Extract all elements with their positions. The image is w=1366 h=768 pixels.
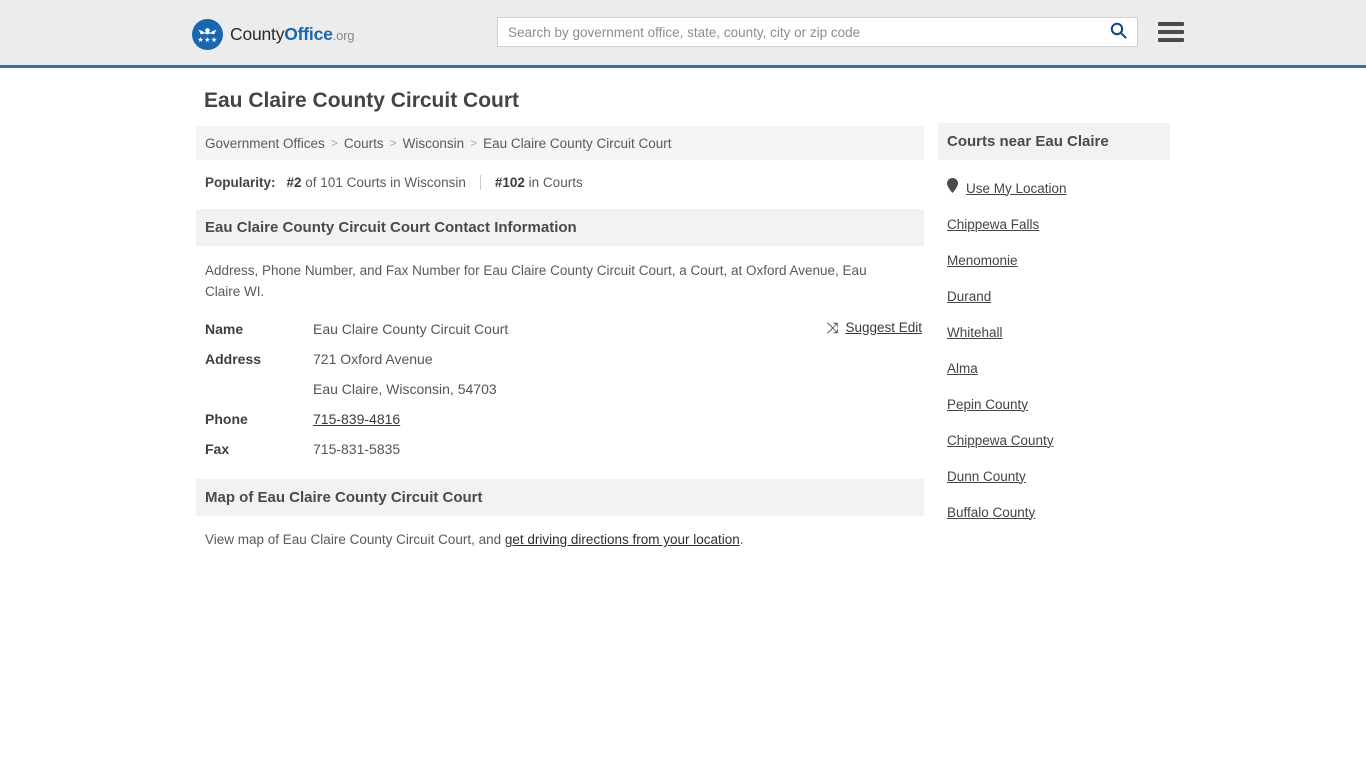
sidebar-list: Use My Location Chippewa Falls Menomonie… (938, 160, 1170, 530)
logo-word-county: County (230, 24, 285, 44)
list-item: Chippewa County (947, 422, 1170, 458)
map-description-after: . (739, 532, 744, 547)
search-bar[interactable] (497, 17, 1138, 47)
sidebar-item-menomonie[interactable]: Menomonie (947, 253, 1018, 268)
list-item: Whitehall (947, 314, 1170, 350)
sidebar-item-chippewa-falls[interactable]: Chippewa Falls (947, 217, 1039, 232)
suggest-edit-label: Suggest Edit (845, 320, 922, 335)
site-logo-text: CountyOffice.org (230, 24, 354, 45)
popularity-divider (479, 175, 481, 190)
sidebar-title: Courts near Eau Claire (938, 123, 1170, 160)
breadcrumb-item-current: Eau Claire County Circuit Court (483, 135, 672, 151)
table-row: Fax 715-831-5835 (205, 438, 924, 460)
sidebar-item-label: Use My Location (966, 180, 1067, 196)
map-description-before: View map of Eau Claire County Circuit Co… (205, 532, 505, 547)
sidebar-item-dunn-county[interactable]: Dunn County (947, 469, 1026, 484)
logo-word-office: Office (284, 24, 333, 44)
list-item: Buffalo County (947, 494, 1170, 530)
list-item: Alma (947, 350, 1170, 386)
popularity-state-rank-value: #2 (286, 175, 302, 190)
detail-value-address-line1: 721 Oxford Avenue (313, 351, 433, 367)
contact-section-header: Eau Claire County Circuit Court Contact … (196, 209, 924, 246)
table-row: Address 721 Oxford Avenue (205, 348, 924, 370)
table-row: Eau Claire, Wisconsin, 54703 (205, 378, 924, 400)
breadcrumb-item-courts[interactable]: Courts (344, 136, 384, 151)
eagle-seal-icon: ★★★ (192, 19, 223, 50)
popularity-overall-rank-text: in Courts (524, 175, 583, 190)
table-row: Phone 715-839-4816 (205, 408, 924, 430)
popularity-overall-rank-value: #102 (494, 175, 525, 190)
breadcrumb-separator-3: > (470, 136, 478, 150)
driving-directions-link[interactable]: get driving directions from your locatio… (505, 532, 740, 547)
map-section-description: View map of Eau Claire County Circuit Co… (196, 532, 924, 547)
popularity-row: Popularity: #2 of 101 Courts in Wisconsi… (196, 175, 924, 190)
sidebar-item-pepin-county[interactable]: Pepin County (947, 397, 1028, 412)
site-header: ★★★ CountyOffice.org (0, 0, 1366, 68)
popularity-label: Popularity: (205, 175, 276, 190)
sidebar-item-durand[interactable]: Durand (947, 289, 991, 304)
sidebar: Courts near Eau Claire Use My Location C… (938, 123, 1170, 530)
edit-pencil-icon: ⤨ (826, 320, 839, 337)
list-item: Durand (947, 278, 1170, 314)
list-item: Dunn County (947, 458, 1170, 494)
stars-decor: ★★★ (197, 36, 218, 44)
list-item: Pepin County (947, 386, 1170, 422)
detail-value-address-line2: Eau Claire, Wisconsin, 54703 (313, 381, 497, 397)
sidebar-item-chippewa-county[interactable]: Chippewa County (947, 433, 1054, 448)
popularity-overall-rank: #102 in Courts (495, 175, 583, 190)
search-input[interactable] (498, 18, 1099, 46)
sidebar-item-buffalo-county[interactable]: Buffalo County (947, 505, 1035, 520)
map-pin-icon (947, 178, 958, 196)
popularity-state-rank-text: of 101 Courts in Wisconsin (301, 175, 466, 190)
detail-key-address-cont (205, 378, 313, 379)
search-submit-button[interactable] (1099, 18, 1137, 46)
list-item: Chippewa Falls (947, 206, 1170, 242)
detail-value-name: Eau Claire County Circuit Court (313, 321, 509, 337)
table-row: Name Eau Claire County Circuit Court (205, 318, 924, 340)
map-section-header: Map of Eau Claire County Circuit Court (196, 479, 924, 516)
breadcrumb-separator-1: > (330, 136, 338, 150)
list-item: Use My Location (947, 170, 1170, 206)
detail-key-address: Address (205, 351, 262, 367)
sidebar-item-use-my-location[interactable]: Use My Location (947, 178, 1067, 197)
breadcrumb-separator-2: > (389, 136, 397, 150)
detail-key-fax: Fax (205, 441, 230, 457)
breadcrumb-item-wisconsin[interactable]: Wisconsin (403, 136, 465, 151)
detail-key-phone: Phone (205, 411, 248, 427)
menu-bar-3 (1158, 38, 1184, 42)
breadcrumb-item-government-offices[interactable]: Government Offices (205, 136, 325, 151)
logo-word-org: .org (332, 28, 355, 43)
detail-value-phone: 715-839-4816 (313, 408, 400, 430)
popularity-state-rank: #2 of 101 Courts in Wisconsin (287, 175, 466, 190)
list-item: Menomonie (947, 242, 1170, 278)
hamburger-menu-icon[interactable] (1158, 18, 1184, 46)
search-icon (1110, 22, 1127, 42)
contact-section-description: Address, Phone Number, and Fax Number fo… (205, 263, 867, 299)
site-logo[interactable]: ★★★ CountyOffice.org (192, 19, 354, 50)
sidebar-item-alma[interactable]: Alma (947, 361, 978, 376)
suggest-edit-button[interactable]: ⤨ Suggest Edit (826, 320, 922, 337)
main-column: Eau Claire County Circuit Court Governme… (196, 86, 924, 547)
page-title: Eau Claire County Circuit Court (204, 89, 520, 112)
sidebar-item-whitehall[interactable]: Whitehall (947, 325, 1003, 340)
phone-link[interactable]: 715-839-4816 (313, 411, 400, 427)
contact-detail-table: ⤨ Suggest Edit Name Eau Claire County Ci… (196, 318, 924, 460)
breadcrumb: Government Offices > Courts > Wisconsin … (196, 126, 924, 160)
menu-bar-2 (1158, 30, 1184, 34)
detail-key-name: Name (205, 321, 244, 337)
detail-value-fax: 715-831-5835 (313, 441, 401, 457)
menu-bar-1 (1158, 22, 1184, 26)
